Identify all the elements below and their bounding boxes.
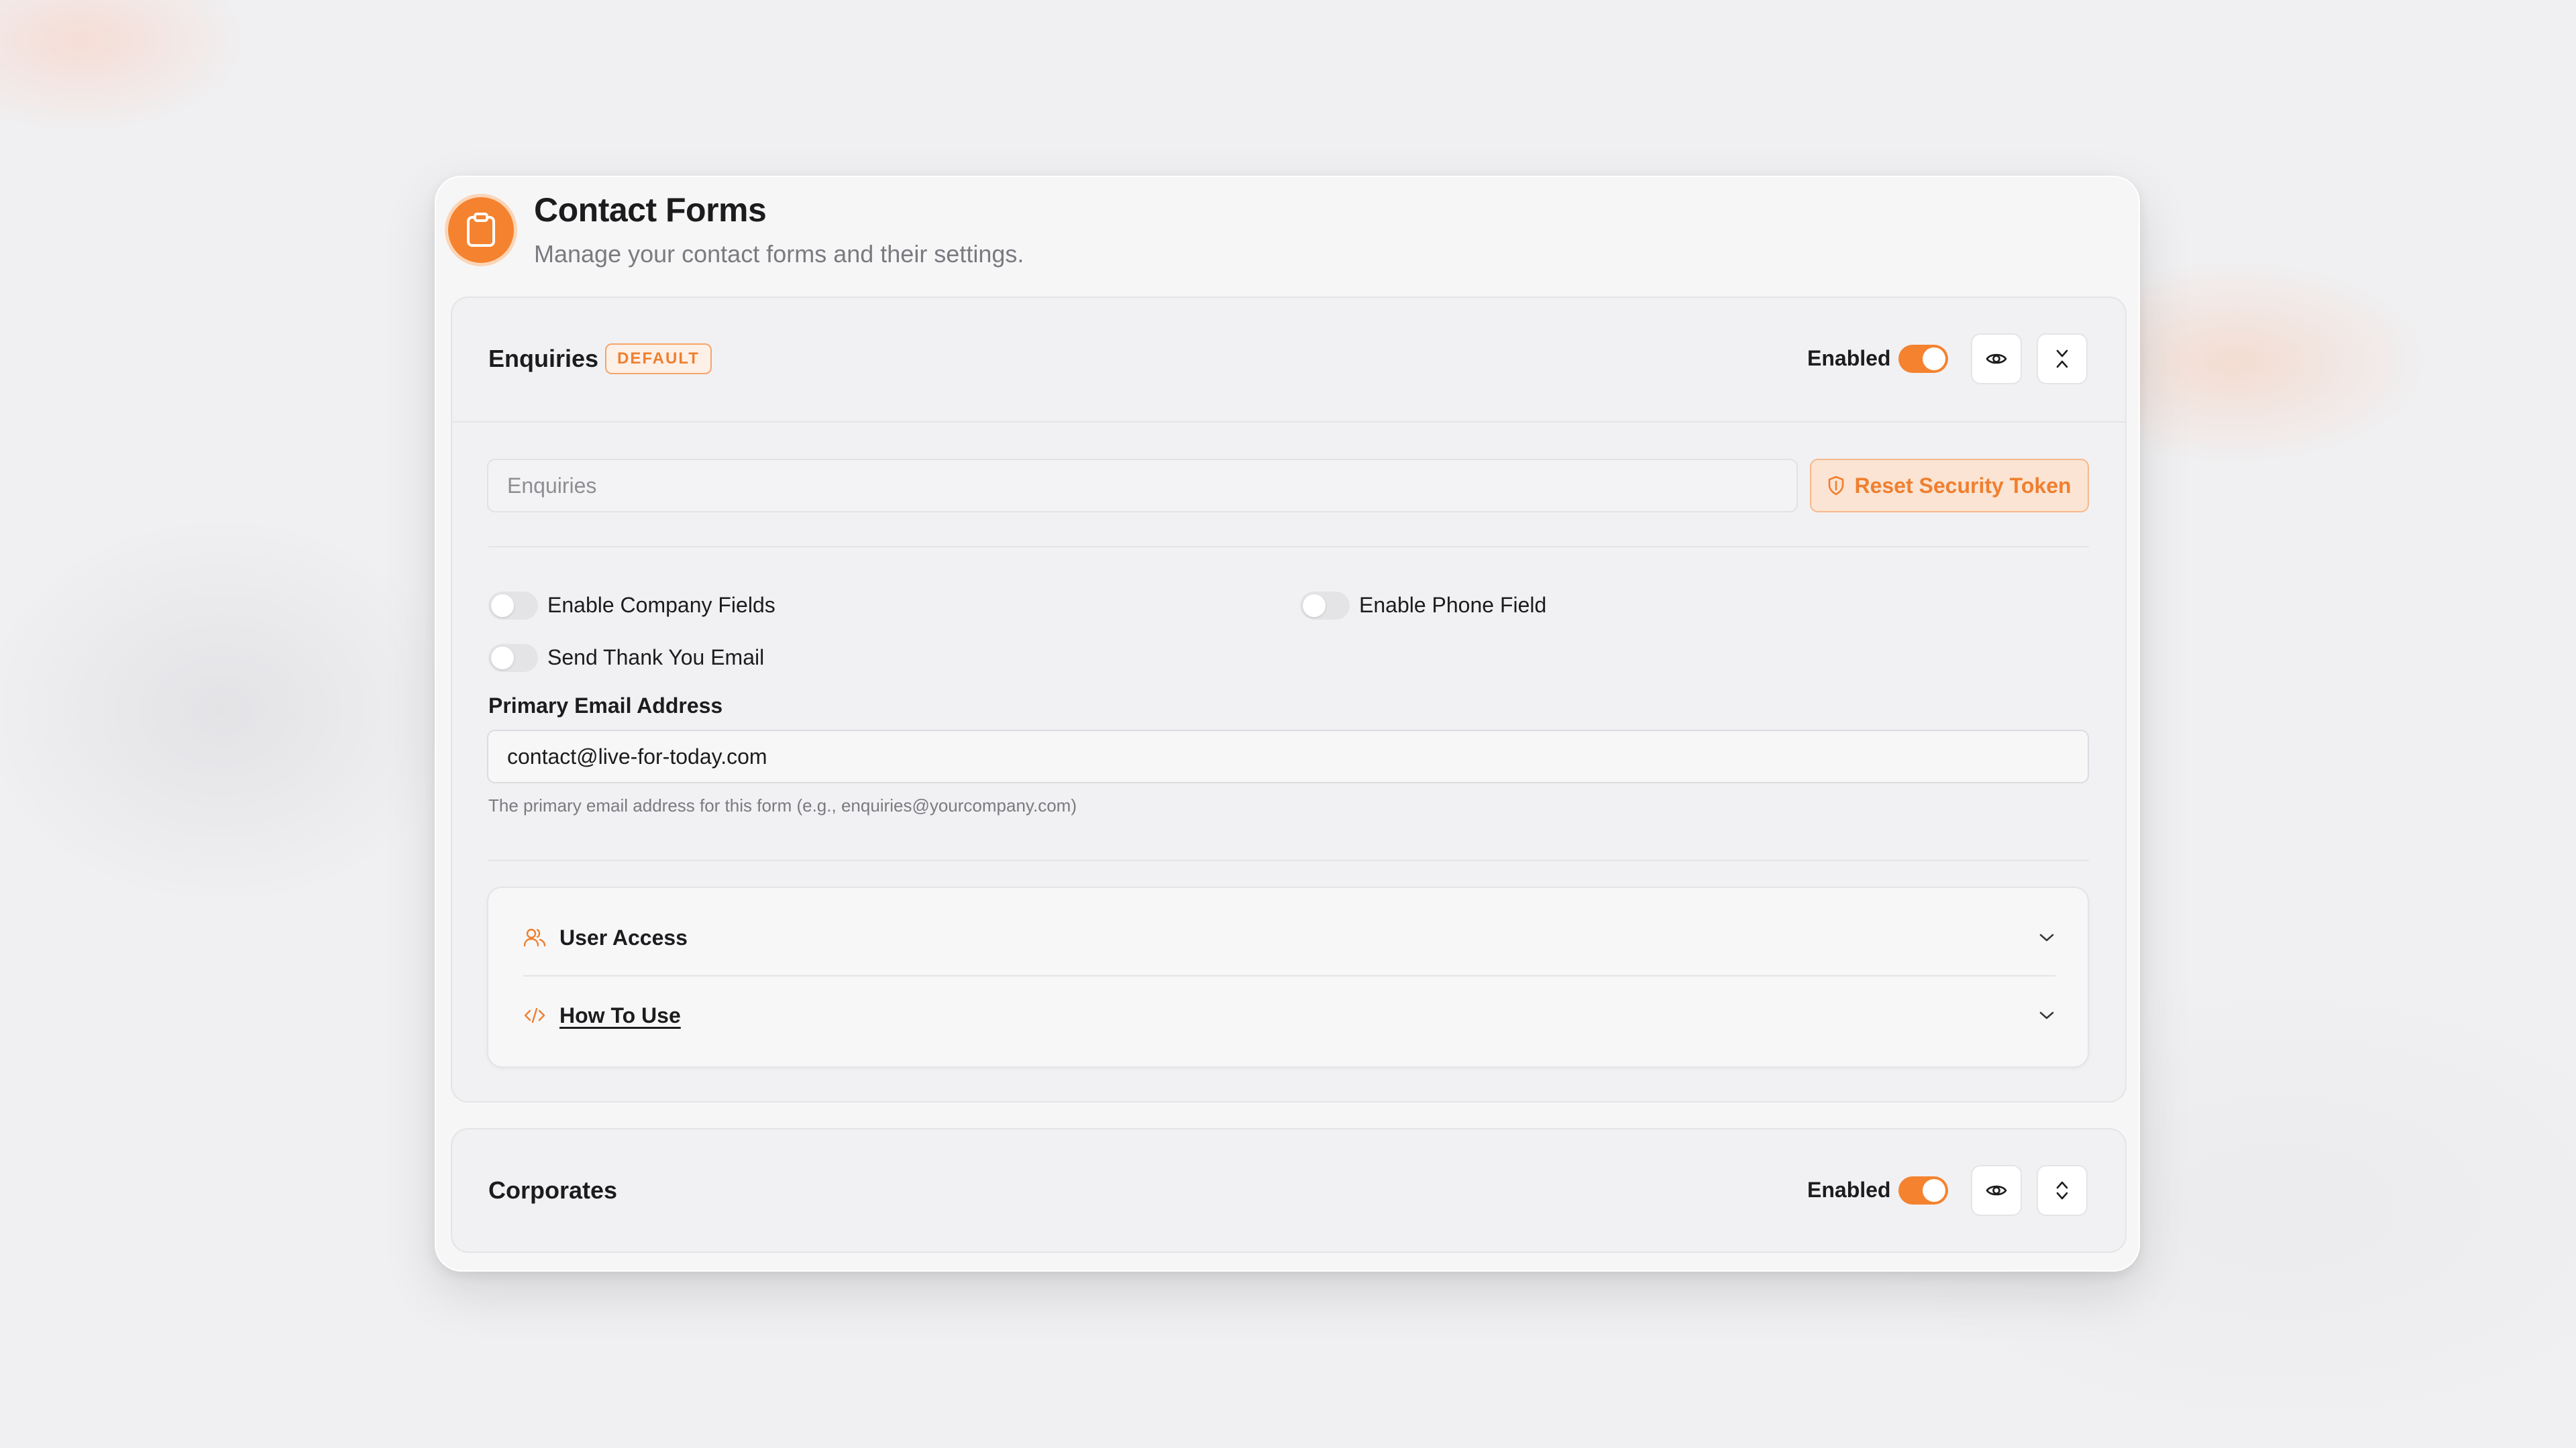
expand-button[interactable] (2037, 1165, 2088, 1216)
users-icon (523, 928, 546, 948)
enabled-toggle[interactable] (1898, 345, 1948, 373)
enabled-label: Enabled (1807, 346, 1891, 370)
page-subtitle: Manage your contact forms and their sett… (534, 240, 1024, 268)
accordion-how-to-use[interactable]: How To Use (523, 989, 2055, 1042)
reset-security-token-label: Reset Security Token (1854, 473, 2072, 498)
chevron-down-icon (2038, 932, 2055, 943)
company-fields-toggle[interactable] (488, 592, 538, 620)
eye-icon (1986, 1183, 2007, 1198)
form-name-input[interactable] (487, 459, 1798, 512)
form-name: Enquiries (488, 345, 599, 372)
collapse-icon (2055, 349, 2070, 369)
section-divider (488, 860, 2089, 861)
settings-accordion: User Access How To Use (487, 887, 2089, 1068)
enabled-toggle[interactable] (1898, 1176, 1948, 1205)
thank-you-email-label: Send Thank You Email (547, 645, 765, 669)
clipboard-icon (448, 197, 514, 263)
expand-icon (2055, 1180, 2070, 1201)
section-divider (488, 546, 2089, 547)
panel-header-divider (452, 421, 2125, 423)
preview-button[interactable] (1971, 333, 2022, 384)
how-to-use-label: How To Use (559, 1003, 681, 1027)
phone-field-toggle[interactable] (1300, 592, 1350, 620)
form-name: Corporates (488, 1176, 618, 1204)
code-icon (523, 1007, 546, 1024)
default-badge: DEFAULT (605, 343, 712, 374)
preview-button[interactable] (1971, 1165, 2022, 1216)
user-access-label: User Access (559, 925, 688, 950)
shield-icon (1827, 476, 1845, 496)
collapse-button[interactable] (2037, 333, 2088, 384)
accordion-user-access[interactable]: User Access (523, 911, 2055, 964)
chevron-down-icon (2038, 1010, 2055, 1021)
primary-email-input[interactable] (487, 730, 2089, 783)
page-title: Contact Forms (534, 191, 767, 229)
enabled-label: Enabled (1807, 1178, 1891, 1202)
phone-field-label: Enable Phone Field (1359, 593, 1547, 617)
company-fields-label: Enable Company Fields (547, 593, 775, 617)
reset-security-token-button[interactable]: Reset Security Token (1810, 459, 2089, 512)
eye-icon (1986, 351, 2007, 366)
thank-you-email-toggle[interactable] (488, 644, 538, 672)
accordion-divider (523, 975, 2055, 977)
primary-email-helper: The primary email address for this form … (488, 795, 1077, 816)
primary-email-label: Primary Email Address (488, 693, 723, 718)
